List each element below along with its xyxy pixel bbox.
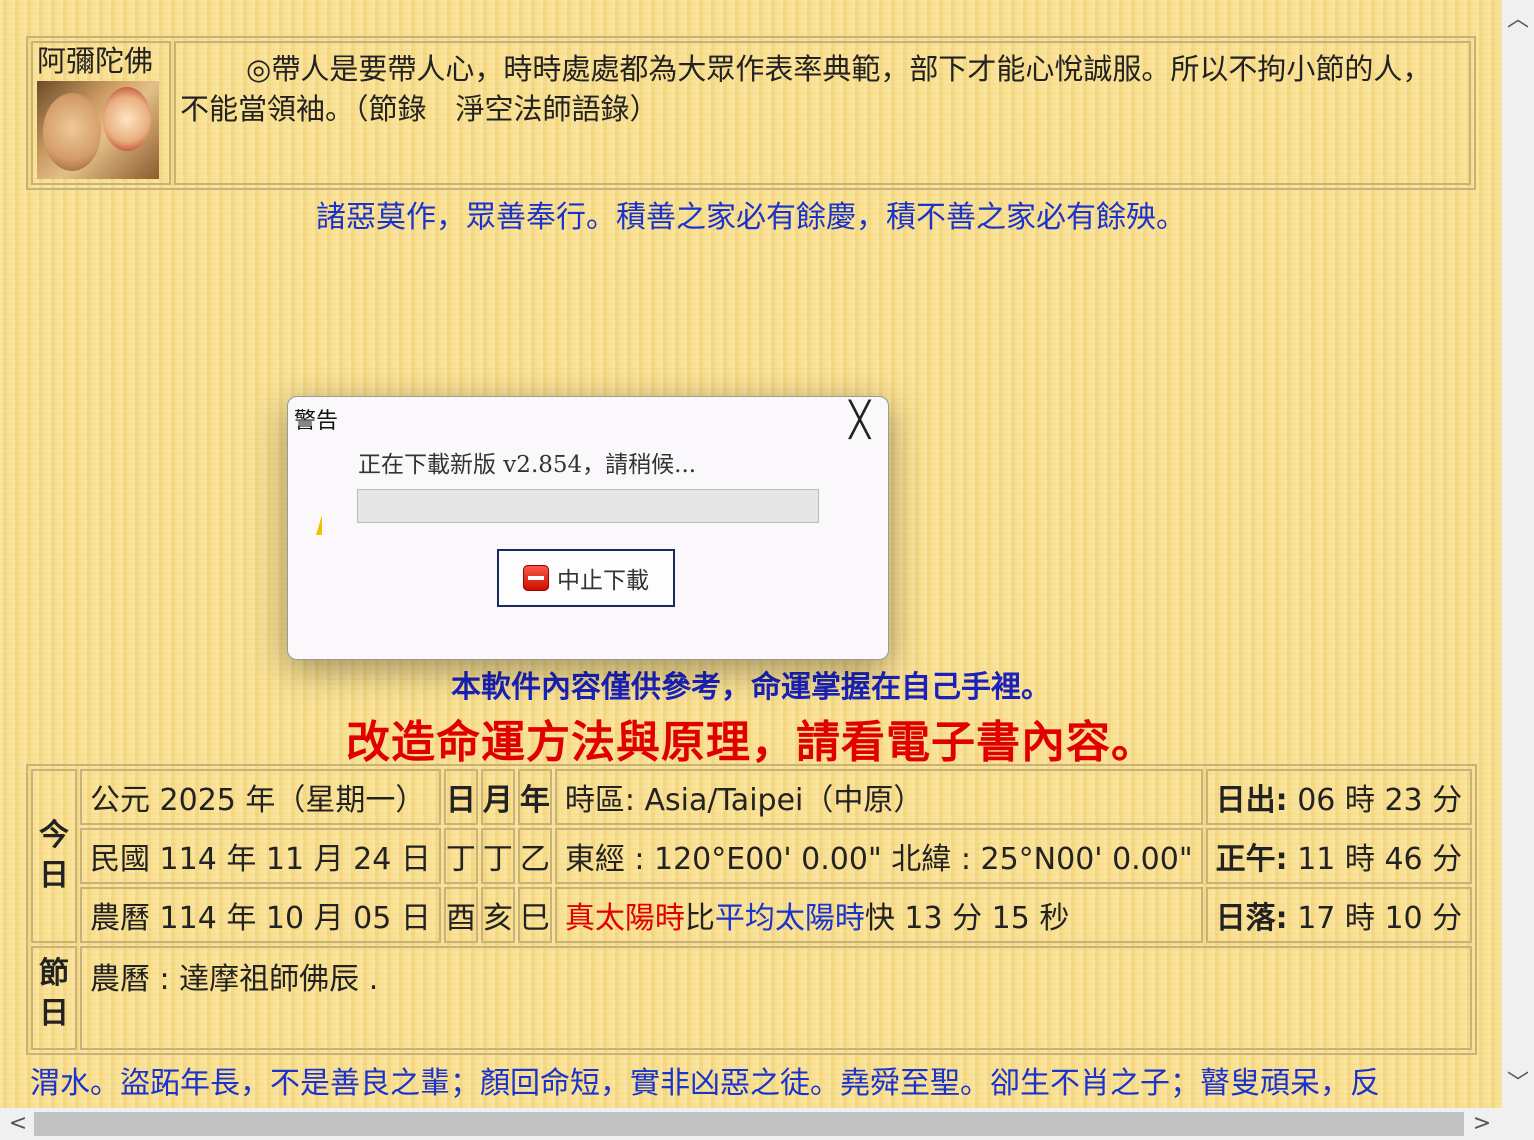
stop-download-label: 中止下載 (557, 568, 649, 594)
today-label: 今日 (31, 769, 77, 943)
scroll-up-icon[interactable]: ︿ (1502, 4, 1534, 36)
day-branch: 酉 (443, 887, 478, 943)
quote-table: 阿彌陀佛 ◎帶人是要帶人心，時時處處都為大眾作表率典範，部下才能心悅誠服。所以不… (26, 36, 1476, 190)
day-stem: 丁 (443, 828, 478, 884)
scroll-left-icon[interactable]: < (2, 1108, 34, 1140)
disclaimer-line: 本軟件內容僅供參考，命運掌握在自己手裡。 (451, 670, 1051, 705)
noon-time: 11 時 46 分 (1287, 842, 1463, 877)
solar-time-diff: 真太陽時比平均太陽時快 13 分 15 秒 (554, 887, 1203, 943)
quote-mark: ◎ (246, 52, 272, 86)
buddha-face (43, 93, 101, 171)
timezone: 時區: Asia/Taipei（中原） (554, 769, 1203, 825)
horizontal-scrollbar[interactable]: < > (0, 1108, 1502, 1140)
noon-label: 正午: (1215, 842, 1288, 877)
buddha-image (37, 81, 159, 179)
lunar-date: 農曆 114 年 10 月 05 日 (80, 887, 441, 943)
stop-icon (523, 565, 549, 591)
month-branch: 亥 (480, 887, 515, 943)
today-info-table: 今日 公元 2025 年（星期一） 日 月 年 時區: Asia/Taipei（… (26, 764, 1478, 1055)
scroll-down-icon[interactable]: ﹀ (1502, 1068, 1534, 1100)
true-solar-link[interactable]: 真太陽時 (565, 901, 685, 936)
header-year: 年 (517, 769, 552, 825)
quote-text: 帶人是要帶人心，時時處處都為大眾作表率典範，部下才能心悅誠服。所以不拘小節的人，… (180, 52, 1432, 126)
download-message: 正在下載新版 v2.854，請稍候... (358, 452, 697, 478)
download-warning-dialog: 警告 ╳ 正在下載新版 v2.854，請稍候... 中止下載 (287, 396, 889, 660)
buddha-cell: 阿彌陀佛 (31, 41, 171, 185)
buddha-name: 阿彌陀佛 (37, 44, 154, 78)
marquee-text: 渭水。盜跖年長，不是善良之輩；顏回命短，實非凶惡之徒。堯舜至聖。卻生不肖之子；瞽… (30, 1066, 1380, 1101)
sunrise-cell: 日出: 06 時 23 分 (1205, 769, 1473, 825)
sunrise-label: 日出: (1215, 783, 1288, 818)
diff-value: 快 13 分 15 秒 (864, 901, 1070, 936)
sunrise-time: 06 時 23 分 (1287, 783, 1463, 818)
coordinates: 東經 : 120°E00' 0.00" 北緯 : 25°N00' 0.00" (554, 828, 1203, 884)
sunset-label: 日落: (1215, 901, 1288, 936)
download-progress-bar (357, 489, 819, 523)
bodhisattva-figure (103, 87, 151, 151)
dialog-title: 警告 (294, 409, 339, 434)
horizontal-scroll-thumb[interactable] (34, 1112, 1464, 1136)
year-branch: 巳 (517, 887, 552, 943)
vertical-scrollbar[interactable]: ︿ ﹀ (1502, 0, 1534, 1108)
close-icon[interactable]: ╳ (850, 401, 870, 439)
compare-word: 比 (684, 901, 715, 936)
month-stem: 丁 (480, 828, 515, 884)
header-day: 日 (443, 769, 478, 825)
warning-icon (316, 515, 322, 535)
motto-line-1: 諸惡莫作，眾善奉行。積善之家必有餘慶，積不善之家必有餘殃。 (316, 200, 1186, 235)
festival-text: 農曆 : 達摩祖師佛辰 . (80, 946, 1473, 1050)
year-stem: 乙 (517, 828, 552, 884)
stop-download-button[interactable]: 中止下載 (497, 549, 675, 607)
sunset-cell: 日落: 17 時 10 分 (1205, 887, 1473, 943)
sunset-time: 17 時 10 分 (1287, 901, 1463, 936)
header-month: 月 (480, 769, 515, 825)
roc-date: 民國 114 年 11 月 24 日 (80, 828, 441, 884)
scroll-right-icon[interactable]: > (1466, 1108, 1498, 1140)
gregorian-date: 公元 2025 年（星期一） (80, 769, 441, 825)
mean-solar-link[interactable]: 平均太陽時 (715, 901, 865, 936)
noon-cell: 正午: 11 時 46 分 (1205, 828, 1473, 884)
festival-label: 節日 (31, 946, 77, 1050)
scrollbar-corner (1502, 1108, 1534, 1140)
quote-text-cell: ◎帶人是要帶人心，時時處處都為大眾作表率典範，部下才能心悅誠服。所以不拘小節的人… (174, 41, 1471, 185)
ebook-link-line[interactable]: 改造命運方法與原理，請看電子書內容。 (0, 706, 1502, 770)
